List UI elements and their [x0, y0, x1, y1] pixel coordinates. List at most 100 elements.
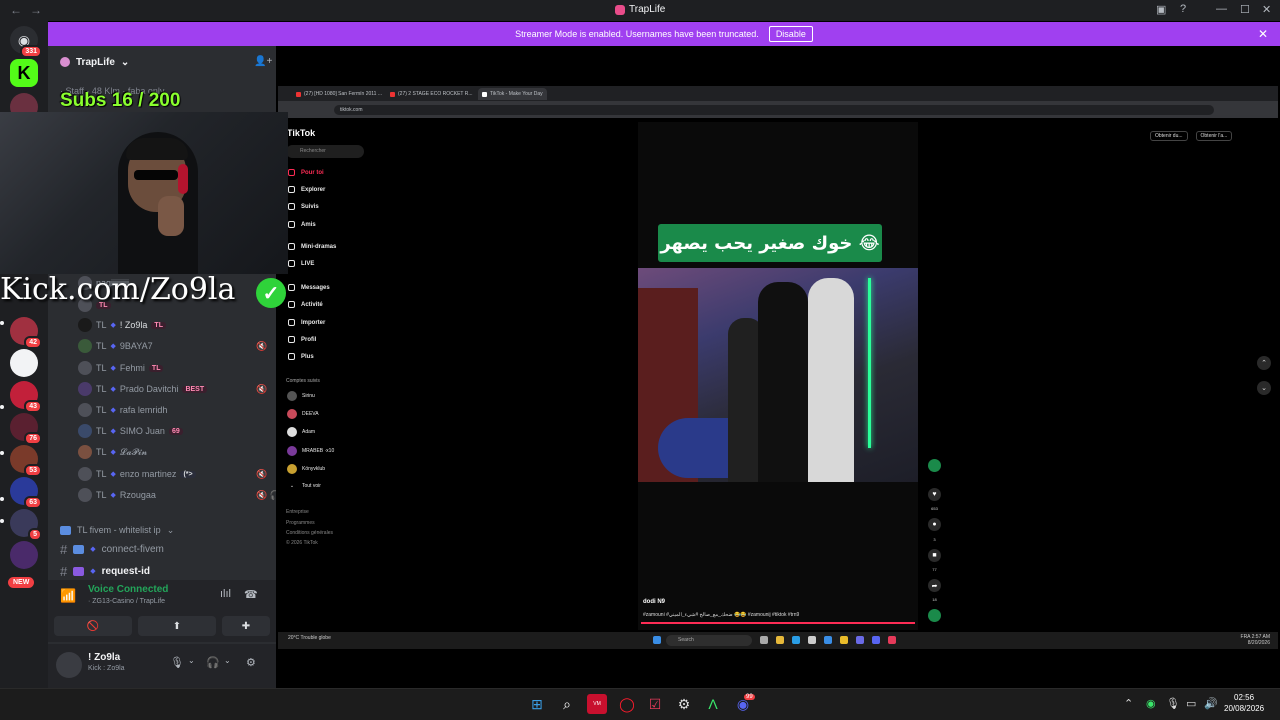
bookmark-icon[interactable]: ■ — [928, 549, 941, 562]
headset-icon[interactable]: 🎧 — [206, 656, 220, 669]
comment-icon[interactable]: ● — [928, 518, 941, 531]
server-icon[interactable] — [10, 541, 38, 569]
tiktok-nav-item[interactable]: LIVE — [288, 260, 314, 267]
server-icon[interactable]: 63 — [10, 477, 42, 509]
maximize-button[interactable]: ☐ — [1240, 3, 1250, 16]
voice-member[interactable]: TL ◆ enzo martinez (*> 🔇 — [78, 465, 267, 483]
server-icon[interactable]: 5 — [10, 509, 42, 541]
tiktok-nav-item[interactable]: Activité — [288, 301, 323, 308]
server-icon[interactable]: 42 — [10, 317, 42, 349]
server-kick[interactable]: K — [10, 59, 38, 87]
opera-icon[interactable]: ◯ — [617, 694, 637, 714]
tiktok-nav-item[interactable]: Amis — [288, 221, 316, 228]
video-frame[interactable] — [638, 268, 918, 482]
see-all-link[interactable]: ⌄ Tout voir — [287, 483, 321, 489]
forward-arrow-icon[interactable]: → — [30, 3, 42, 17]
voice-member[interactable]: TL ◆ Prado Davitchi BEST 🔇 — [78, 380, 267, 398]
footer-link[interactable]: Entreprise — [286, 509, 309, 515]
voice-location[interactable]: · ZG13-Casino / TrapLife — [88, 598, 165, 605]
tray-chevron-icon[interactable]: ⌃ — [1124, 697, 1133, 710]
get-app-button[interactable]: Obtenir l'a... — [1195, 131, 1233, 141]
voice-member[interactable]: TL ◆ 𝓛𝓪𝓟𝓲𝓷 — [78, 443, 147, 461]
app-icon[interactable]: ⚙ — [674, 694, 694, 714]
tiktok-nav-item[interactable]: Suivis — [288, 203, 319, 210]
voice-member[interactable]: TL ◆ rafa lemridh — [78, 401, 167, 419]
server-icon[interactable]: 76 — [10, 413, 42, 445]
music-disc-icon[interactable] — [928, 609, 941, 622]
screen-share-button[interactable]: ⬆ — [138, 616, 216, 636]
inbox-icon[interactable]: ▣ — [1156, 3, 1166, 16]
activities-button[interactable]: ✚ — [222, 616, 270, 636]
next-video-icon[interactable]: ⌄ — [1257, 381, 1271, 395]
voicemeeter-icon[interactable]: VM — [587, 694, 607, 714]
settings-gear-icon[interactable]: ⚙ — [246, 656, 256, 669]
invite-icon[interactable]: 👤+ — [254, 56, 272, 67]
disable-button[interactable]: Disable — [768, 26, 813, 42]
app-icon[interactable]: ☑ — [645, 694, 665, 714]
tiktok-nav-item[interactable]: Mini-dramas — [288, 243, 336, 250]
tiktok-nav-item[interactable]: Messages — [288, 284, 330, 291]
tiktok-nav-item[interactable]: Importer — [288, 319, 325, 326]
help-icon[interactable]: ? — [1180, 3, 1186, 15]
followed-account[interactable]: Könyvklub — [287, 464, 325, 474]
chevron-down-icon[interactable]: ⌄ — [188, 656, 195, 665]
creator-avatar[interactable] — [928, 459, 941, 472]
tiktok-nav-item[interactable]: Plus — [288, 353, 314, 360]
server-icon[interactable]: 43 — [10, 381, 42, 413]
username[interactable]: ! Zo9la — [88, 652, 120, 663]
soundboard-icon[interactable]: ılıl — [220, 588, 231, 600]
browser-tab-active[interactable]: TikTok - Make Your Day — [478, 88, 547, 100]
user-avatar[interactable] — [56, 652, 82, 678]
video-toggle-button[interactable]: 🚫 — [54, 616, 132, 636]
footer-link[interactable]: Programmes — [286, 520, 315, 526]
followed-account[interactable]: MRABEB ·x10 — [287, 446, 334, 456]
banner-close-icon[interactable]: ✕ — [1258, 27, 1268, 41]
browser-tab[interactable]: (27) [HD 1080] San Fermín 2011 ... — [292, 88, 386, 100]
video-progress-bar[interactable] — [641, 622, 915, 624]
windows-start-icon[interactable]: ⊞ — [527, 694, 547, 714]
footer-link[interactable]: Conditions générales — [286, 530, 333, 536]
muted-icon: 🔇 — [256, 468, 268, 479]
chevron-down-icon[interactable]: ⌄ — [224, 656, 231, 665]
home-button[interactable]: ◉ 331 — [10, 26, 42, 58]
volume-icon[interactable]: 🔊 — [1204, 697, 1218, 710]
channel-request-id[interactable]: # ◆ request-id — [60, 562, 150, 580]
tray-app-icon[interactable]: ◉ — [1146, 697, 1156, 710]
signal-icon[interactable]: 📶 — [60, 588, 76, 604]
microphone-icon[interactable]: 🎙 — [170, 656, 184, 669]
tiktok-nav-item[interactable]: Pour toi — [288, 169, 324, 176]
prev-video-icon[interactable]: ⌃ — [1257, 356, 1271, 370]
followed-account[interactable]: DEEVA — [287, 409, 319, 419]
browser-tab[interactable]: (27) 2 STAGE ECO ROCKET R... — [386, 88, 477, 100]
share-icon[interactable]: ➦ — [928, 579, 941, 592]
video-author[interactable]: dodi N9 — [643, 599, 665, 605]
tiktok-logo[interactable]: TikTok — [287, 128, 315, 138]
followed-account[interactable]: Sirinu — [287, 391, 315, 401]
voice-member[interactable]: TL ◆ SIMO Juan 69 — [78, 422, 183, 440]
category-header[interactable]: TL fivem - whitelist ip ⌄ — [60, 521, 174, 539]
voice-member[interactable]: TL ◆ Fehmi TL — [78, 359, 164, 377]
server-icon[interactable]: 53 — [10, 445, 42, 477]
network-icon[interactable]: ▭ — [1186, 697, 1196, 710]
channel-connect-fivem[interactable]: # ◆ connect-fivem — [60, 540, 164, 558]
voice-member[interactable]: TL ◆ Rzougaa 🔇 🎧 Λ — [78, 486, 289, 504]
search-icon[interactable]: ⌕ — [557, 694, 577, 714]
taskbar-clock[interactable]: 02:56 20/08/2026 — [1224, 692, 1264, 714]
voice-member[interactable]: TL ◆ ! Zo9la TL — [78, 316, 166, 334]
tiktok-nav-item[interactable]: Explorer — [288, 186, 325, 193]
microphone-icon[interactable]: 🎙 — [1166, 697, 1180, 710]
get-coins-button[interactable]: Obtenir du... — [1150, 131, 1188, 141]
minimize-button[interactable]: — — [1216, 3, 1227, 15]
address-bar[interactable]: tiktok.com — [334, 105, 1214, 115]
disconnect-icon[interactable]: ☎ — [244, 588, 258, 601]
back-arrow-icon[interactable]: ← — [10, 3, 22, 17]
close-window-button[interactable]: ✕ — [1262, 3, 1271, 16]
voice-member[interactable]: TL ◆ 9BAYA7 🔇 — [78, 337, 267, 355]
server-traplife[interactable] — [10, 349, 38, 377]
followed-account[interactable]: Adam — [287, 427, 315, 437]
app-icon[interactable]: Λ — [703, 694, 723, 714]
like-icon[interactable]: ♥ — [928, 488, 941, 501]
tiktok-nav-item[interactable]: Profil — [288, 336, 316, 343]
guild-header[interactable]: TrapLife ⌄ — [48, 46, 276, 78]
tiktok-search-input[interactable]: Rechercher — [286, 145, 364, 158]
